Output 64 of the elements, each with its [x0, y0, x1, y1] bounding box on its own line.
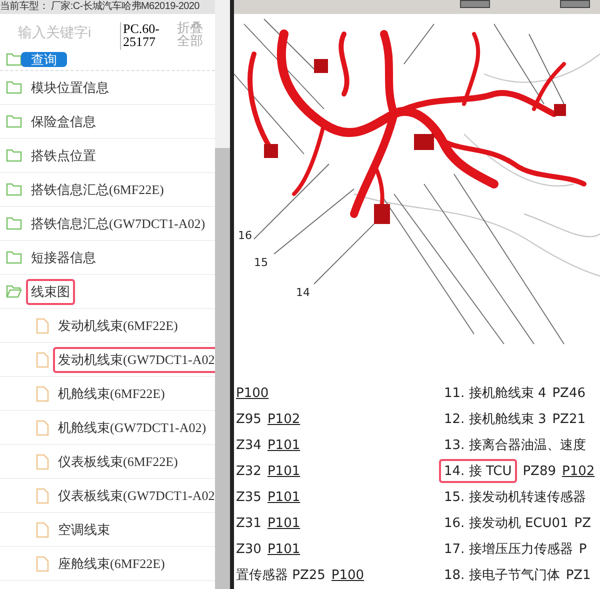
page-link[interactable]: P102 [562, 464, 595, 478]
tree-item[interactable]: 座舱线束(6MF22E) [53, 550, 170, 576]
callout-number: 14 [296, 286, 310, 299]
legend-text: 18. 接电子节气门体 [444, 567, 560, 584]
document-icon [36, 420, 49, 436]
tree-item[interactable]: 发动机线束(6MF22E) [53, 312, 183, 338]
page-link[interactable]: P101 [267, 438, 300, 452]
tree-item[interactable]: 模块位置信息 [26, 74, 114, 100]
legend-text: 17. 接增压压力传感器 [444, 541, 573, 558]
connector-code: PZ21 [552, 412, 586, 426]
tree-item[interactable]: 搭铁点位置 [26, 142, 101, 168]
toolbar-button[interactable] [560, 0, 590, 8]
tree-item[interactable]: 搭铁信息汇总(6MF22E) [26, 176, 169, 202]
page-link[interactable]: P101 [267, 542, 300, 556]
tree-item[interactable]: 空调线束 [53, 516, 115, 542]
tree-item[interactable]: 短接器信息 [26, 244, 101, 270]
connector-code: PZ1 [566, 568, 591, 582]
legend-text: 11. 接机舱线束 4 [444, 385, 546, 402]
document-icon [36, 488, 49, 504]
part-code: PC.60-25177 [120, 22, 167, 50]
callout-number: 16 [238, 229, 252, 242]
document-icon [36, 318, 49, 334]
tree-item[interactable]: 仪表板线束(6MF22E) [53, 448, 183, 474]
document-icon [36, 352, 49, 368]
document-icon [36, 386, 49, 402]
legend-text: 置传感器 PZ25 [236, 567, 326, 584]
tree-item[interactable]: 搭铁信息汇总(GW7DCT1-A02) [26, 210, 210, 236]
connector-code: PZ89 [522, 464, 556, 478]
connector-code: P [578, 542, 587, 556]
tree-item[interactable]: 仪表板线束(GW7DCT1-A02 [53, 482, 215, 508]
legend-text: Z32 [236, 464, 262, 478]
callout-number: 15 [254, 256, 268, 269]
legend-text: 12. 接机舱线束 3 [444, 411, 546, 428]
page-link[interactable]: P100 [236, 386, 269, 400]
tree-item[interactable]: 发动机线束(GW7DCT1-A02 [53, 346, 215, 372]
keyword-field[interactable]: 输入关键字i [0, 22, 100, 42]
connector-code: PZ46 [552, 386, 586, 400]
tree-item[interactable]: 保险盒信息 [26, 108, 101, 134]
tree-item[interactable]: 线束图 [26, 278, 75, 304]
page-link[interactable]: P100 [331, 568, 364, 582]
page-link[interactable]: P101 [267, 464, 300, 478]
scrollbar[interactable] [215, 0, 230, 589]
page-link[interactable]: P102 [267, 412, 300, 426]
legend-text: 14. 接 TCU [439, 459, 517, 483]
page-link[interactable]: P101 [267, 490, 300, 504]
tree-item[interactable]: 机舱线束(GW7DCT1-A02) [53, 414, 212, 440]
legend-text: 15. 接发动机转速传感器 [444, 489, 586, 506]
folder-icon [6, 52, 22, 66]
document-icon [36, 556, 49, 572]
search-button[interactable]: 查询 [21, 52, 67, 66]
legend-text: 13. 接离合器油温、速度 [444, 437, 586, 454]
legend-text: Z30 [236, 542, 262, 556]
legend-text: Z95 [236, 412, 262, 426]
tree-item[interactable]: 机舱线束(6MF22E) [53, 380, 170, 406]
vehicle-header: 当前车型： 厂家:C-长城汽车哈弗M62019-2020 [0, 0, 215, 14]
legend-text: Z35 [236, 490, 262, 504]
document-icon [36, 522, 49, 538]
legend-text: Z34 [236, 438, 262, 452]
toolbar-button[interactable] [460, 0, 490, 8]
page-link[interactable]: P101 [267, 516, 300, 530]
document-icon [36, 454, 49, 470]
legend-text: Z31 [236, 516, 262, 530]
legend-text: 16. 接发动机 ECU01 [444, 515, 568, 532]
connector-code: PZ [574, 516, 592, 530]
